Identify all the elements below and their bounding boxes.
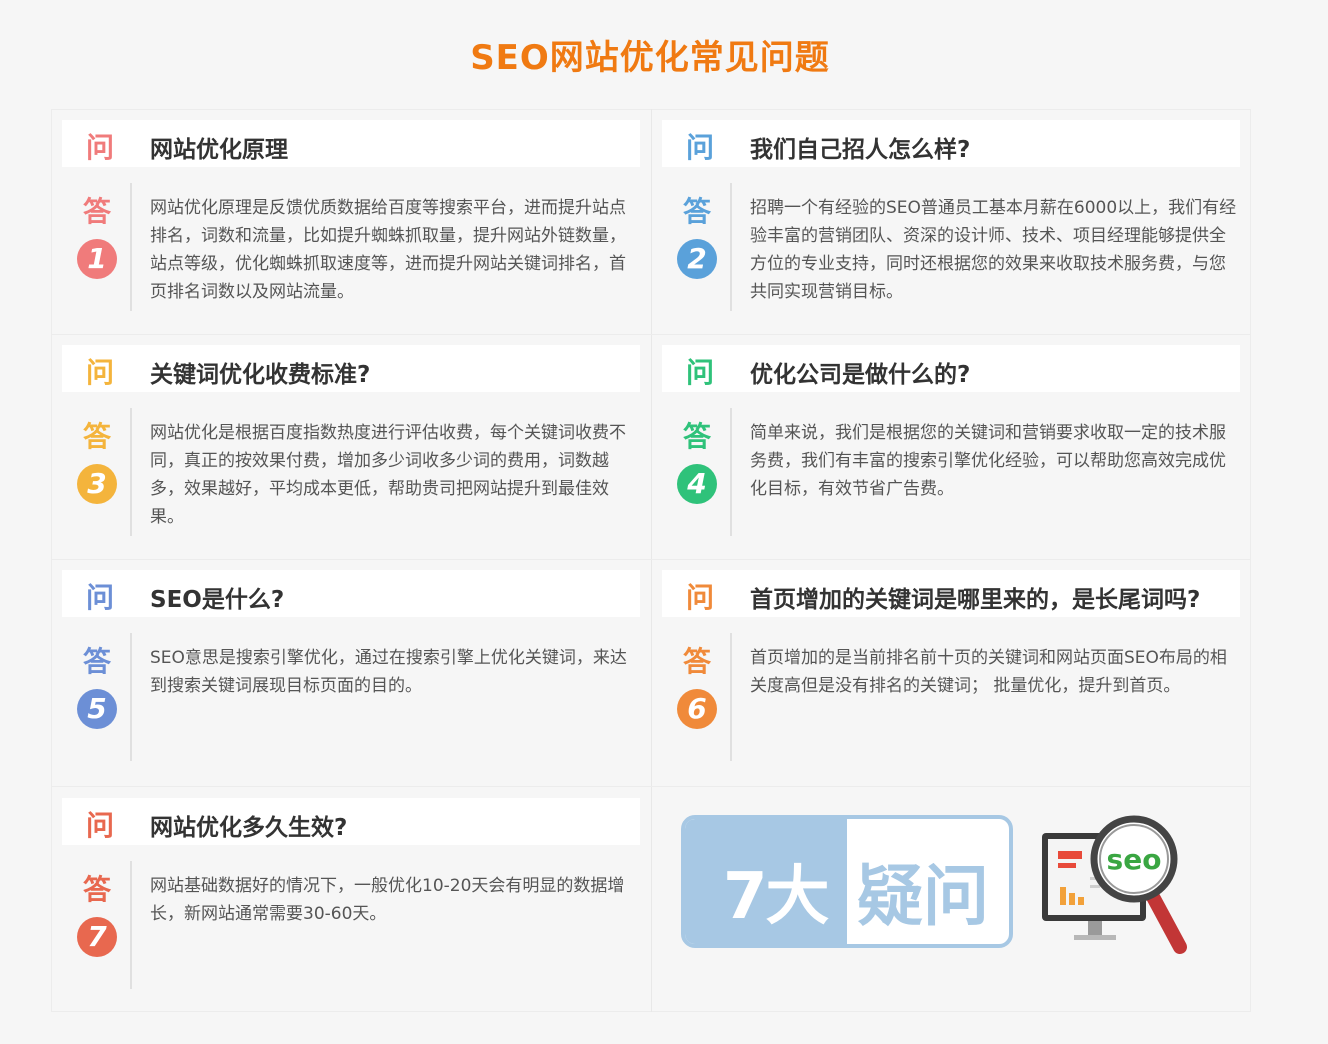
answer-text: 网站优化是根据百度指数热度进行评估收费，每个关键词收费不同，真正的按效果付费，增…	[150, 423, 626, 527]
faq-number-badge: 4	[677, 464, 717, 504]
question-mark: 问	[686, 356, 715, 389]
question-text: 网站优化多久生效?	[150, 815, 348, 841]
question-text: SEO是什么?	[150, 587, 285, 613]
banner-left-text: 7大	[723, 860, 830, 934]
answer-mark: 答	[683, 645, 712, 678]
grid-divider-vertical	[651, 109, 652, 1012]
page-title: SEO网站优化常见问题	[470, 38, 830, 78]
seo-magnifier-monitor-icon: seo	[1042, 815, 1187, 954]
seven-questions-banner: 7大 疑问	[681, 815, 1013, 948]
question-bar: 问 优化公司是做什么的?	[662, 345, 1240, 392]
answer-mark: 答	[83, 195, 112, 228]
answer-separator	[130, 183, 132, 311]
faq-card: 问 优化公司是做什么的? 答 4 简单来说，我们是根据您的关键词和营销要求收取一…	[662, 345, 1240, 550]
faq-number-badge: 5	[77, 689, 117, 729]
question-mark: 问	[686, 581, 715, 614]
faq-card: 问 关键词优化收费标准? 答 3 网站优化是根据百度指数热度进行评估收费，每个关…	[62, 345, 640, 550]
answer-text: SEO意思是搜索引擎优化，通过在搜索引擎上优化关键词，来达到搜索关键词展现目标页…	[150, 648, 627, 696]
question-text: 网站优化原理	[150, 137, 288, 163]
answer-text: 简单来说，我们是根据您的关键词和营销要求收取一定的技术服务费，我们有丰富的搜索引…	[750, 423, 1226, 499]
faq-number-badge: 3	[77, 464, 117, 504]
question-text: 我们自己招人怎么样?	[750, 137, 971, 163]
faq-card: 问 网站优化原理 答 1 网站优化原理是反馈优质数据给百度等搜索平台，进而提升站…	[62, 120, 640, 325]
grid-divider-horizontal	[51, 786, 1251, 787]
question-mark: 问	[86, 131, 115, 164]
question-mark: 问	[86, 581, 115, 614]
grid-divider-horizontal	[51, 559, 1251, 560]
question-bar: 问 网站优化多久生效?	[62, 798, 640, 845]
answer-mark: 答	[683, 195, 712, 228]
answer-mark: 答	[683, 420, 712, 453]
answer-separator	[730, 183, 732, 311]
answer-mark: 答	[83, 420, 112, 453]
answer-mark: 答	[83, 645, 112, 678]
question-bar: 问 网站优化原理	[62, 120, 640, 167]
answer-mark: 答	[83, 873, 112, 906]
answer-text: 网站基础数据好的情况下，一般优化10-20天会有明显的数据增长，新网站通常需要3…	[150, 876, 625, 924]
banner-right-text: 疑问	[857, 858, 989, 935]
faq-number-badge: 1	[77, 239, 117, 279]
seo-lens-text: seo	[1107, 843, 1162, 876]
question-bar: 问 SEO是什么?	[62, 570, 640, 617]
question-bar: 问 关键词优化收费标准?	[62, 345, 640, 392]
faq-card: 问 网站优化多久生效? 答 7 网站基础数据好的情况下，一般优化10-20天会有…	[62, 798, 640, 1003]
faq-card: 问 首页增加的关键词是哪里来的，是长尾词吗? 答 6 首页增加的是当前排名前十页…	[662, 570, 1240, 775]
faq-card: 问 SEO是什么? 答 5 SEO意思是搜索引擎优化，通过在搜索引擎上优化关键词…	[62, 570, 640, 775]
question-text: 关键词优化收费标准?	[150, 362, 371, 388]
question-mark: 问	[86, 356, 115, 389]
question-mark: 问	[86, 809, 115, 842]
question-text: 优化公司是做什么的?	[750, 362, 971, 388]
answer-text: 网站优化原理是反馈优质数据给百度等搜索平台，进而提升站点排名，词数和流量，比如提…	[150, 198, 626, 302]
answer-separator	[130, 408, 132, 536]
grid-divider-horizontal	[51, 334, 1251, 335]
answer-separator	[730, 408, 732, 536]
answer-separator	[130, 861, 132, 989]
answer-text: 首页增加的是当前排名前十页的关键词和网站页面SEO布局的相关度高但是没有排名的关…	[750, 648, 1227, 696]
question-bar: 问 首页增加的关键词是哪里来的，是长尾词吗?	[662, 570, 1240, 617]
answer-separator	[130, 633, 132, 761]
answer-separator	[730, 633, 732, 761]
faq-number-badge: 2	[677, 239, 717, 279]
question-mark: 问	[686, 131, 715, 164]
faq-number-badge: 6	[677, 689, 717, 729]
faq-number-badge: 7	[77, 917, 117, 957]
question-text: 首页增加的关键词是哪里来的，是长尾词吗?	[750, 587, 1201, 613]
faq-card: 问 我们自己招人怎么样? 答 2 招聘一个有经验的SEO普通员工基本月薪在600…	[662, 120, 1240, 325]
answer-text: 招聘一个有经验的SEO普通员工基本月薪在6000以上，我们有经验丰富的营销团队、…	[750, 198, 1237, 302]
question-bar: 问 我们自己招人怎么样?	[662, 120, 1240, 167]
